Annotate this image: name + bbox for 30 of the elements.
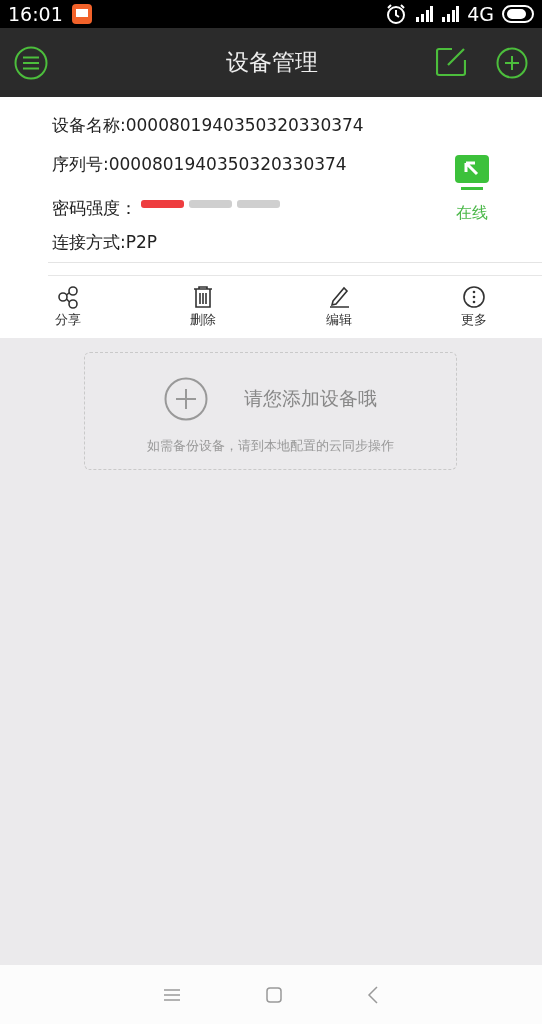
more-icon	[463, 285, 486, 309]
clock: 16:01	[8, 3, 63, 25]
back-icon[interactable]	[367, 985, 380, 1004]
action-button[interactable]: 删除	[135, 276, 271, 338]
trash-icon	[192, 285, 215, 309]
connection-type: 连接方式:P2P	[52, 231, 159, 254]
action-button[interactable]: 分享	[0, 276, 136, 338]
add-icon	[164, 377, 208, 421]
network-type: 4G	[467, 3, 494, 25]
add-device-hint: 如需备份设备，请到本地配置的云同步操作	[147, 437, 394, 455]
action-button[interactable]: 编辑	[271, 276, 407, 338]
device-name: 设备名称:0000801940350320330374	[52, 114, 365, 137]
battery-icon	[502, 5, 534, 23]
signal-icon	[415, 5, 434, 23]
edit-icon[interactable]	[436, 46, 466, 77]
share-icon	[56, 285, 79, 309]
menu-icon[interactable]	[14, 45, 48, 80]
serial-number: 序列号:0000801940350320330374	[52, 153, 348, 176]
action-button[interactable]: 更多	[406, 276, 542, 338]
home-icon[interactable]	[266, 986, 282, 1003]
pencil-icon	[327, 285, 350, 309]
status-label: 在线	[456, 203, 488, 224]
online-status-icon	[454, 155, 490, 191]
signal-icon	[441, 5, 460, 23]
alarm-icon	[385, 3, 408, 25]
page-title: 设备管理	[225, 48, 319, 77]
add-device-prompt: 请您添加设备哦	[244, 386, 377, 411]
strength-label: 密码强度：	[52, 196, 137, 220]
add-icon[interactable]	[496, 46, 528, 79]
app-icon	[70, 3, 93, 25]
